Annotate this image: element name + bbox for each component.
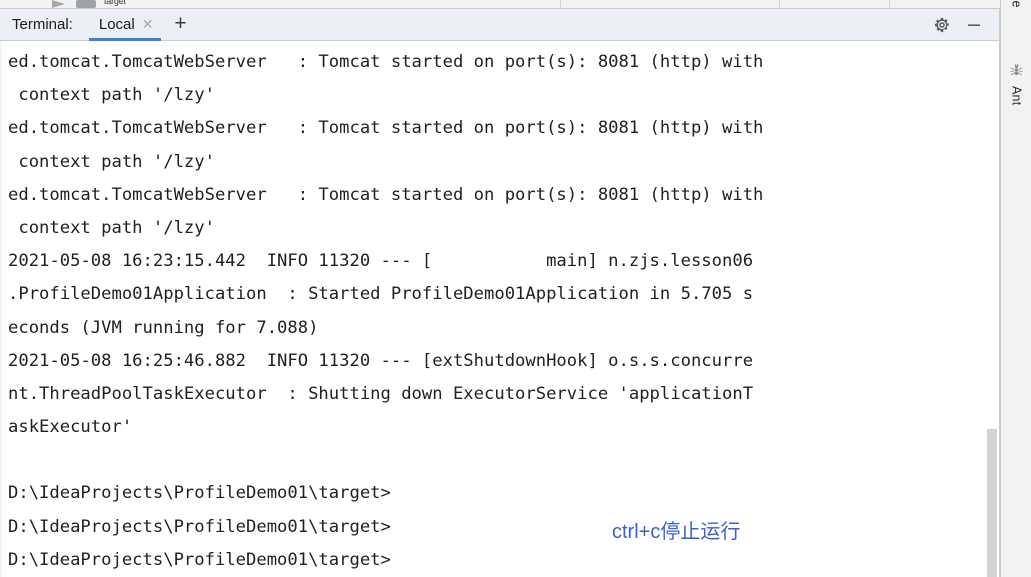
terminal-line: econds (JVM running for 7.088) [8, 317, 319, 338]
strip-partial-label: se [1009, 0, 1024, 8]
terminal-line: 2021-05-08 16:23:15.442 INFO 11320 --- [… [8, 251, 754, 272]
terminal-scrollbar-thumb[interactable] [987, 429, 997, 577]
terminal-line-list: ed.tomcat.TomcatWebServer : Tomcat start… [0, 41, 999, 577]
terminal-tab-bar: Terminal: Local ✕ + [0, 9, 999, 41]
terminal-line: askExecutor' [8, 417, 133, 438]
terminal-tab-local[interactable]: Local ✕ [85, 9, 166, 41]
terminal-line: ed.tomcat.TomcatWebServer : Tomcat start… [8, 52, 764, 72]
terminal-prompt-line: D:\IdeaProjects\ProfileDemo01\target> [8, 549, 391, 570]
tool-window-label: Terminal: [12, 16, 73, 33]
ide-toolbar-sliver: target [0, 0, 1031, 9]
toolbar-divider [889, 0, 890, 8]
terminal-line: .ProfileDemo01Application : Started Prof… [8, 284, 754, 305]
terminal-tab-label: Local [98, 16, 135, 33]
toolbar-divider [779, 0, 780, 8]
terminal-line: 2021-05-08 16:25:46.882 INFO 11320 --- [… [8, 350, 754, 371]
terminal-line: context path '/lzy' [8, 85, 215, 106]
strip-item-ant[interactable]: Ant [1001, 62, 1031, 105]
run-play-icon[interactable] [52, 0, 65, 8]
ant-bug-icon [1009, 62, 1024, 82]
add-terminal-tab-button[interactable]: + [165, 9, 195, 40]
terminal-line: nt.ThreadPoolTaskExecutor : Shutting dow… [8, 383, 754, 404]
terminal-tool-window: Terminal: Local ✕ + ed.tomcat.TomcatWebS… [0, 9, 1000, 577]
ide-terminal-screen: target Terminal: Local ✕ + ed.tomcat.Tom… [0, 0, 1031, 577]
terminal-line: context path '/lzy' [8, 217, 215, 238]
stop-square-icon[interactable] [76, 0, 96, 8]
terminal-scrollbar[interactable] [985, 41, 999, 577]
terminal-line: ed.tomcat.TomcatWebServer : Tomcat start… [8, 184, 764, 205]
terminal-prompt-line: D:\IdeaProjects\ProfileDemo01\target> [8, 483, 391, 504]
terminal-output-area[interactable]: ed.tomcat.TomcatWebServer : Tomcat start… [0, 41, 999, 577]
terminal-prompt-line: D:\IdeaProjects\ProfileDemo01\target> [8, 516, 391, 537]
strip-item-label: Ant [1009, 86, 1024, 106]
right-tool-strip: se Ant [1000, 0, 1031, 577]
close-icon[interactable]: ✕ [142, 17, 154, 32]
toolbar-partial-text: target [104, 0, 126, 6]
terminal-header-actions [933, 9, 999, 40]
strip-item-partial[interactable]: se [1001, 0, 1031, 16]
terminal-line: context path '/lzy' [8, 151, 215, 172]
terminal-line: ed.tomcat.TomcatWebServer : Tomcat start… [8, 118, 764, 139]
minimize-icon[interactable] [965, 16, 983, 34]
gear-icon[interactable] [933, 16, 951, 34]
toolbar-divider [560, 0, 561, 8]
annotation-ctrl-c: ctrl+c停止运行 [612, 521, 741, 543]
